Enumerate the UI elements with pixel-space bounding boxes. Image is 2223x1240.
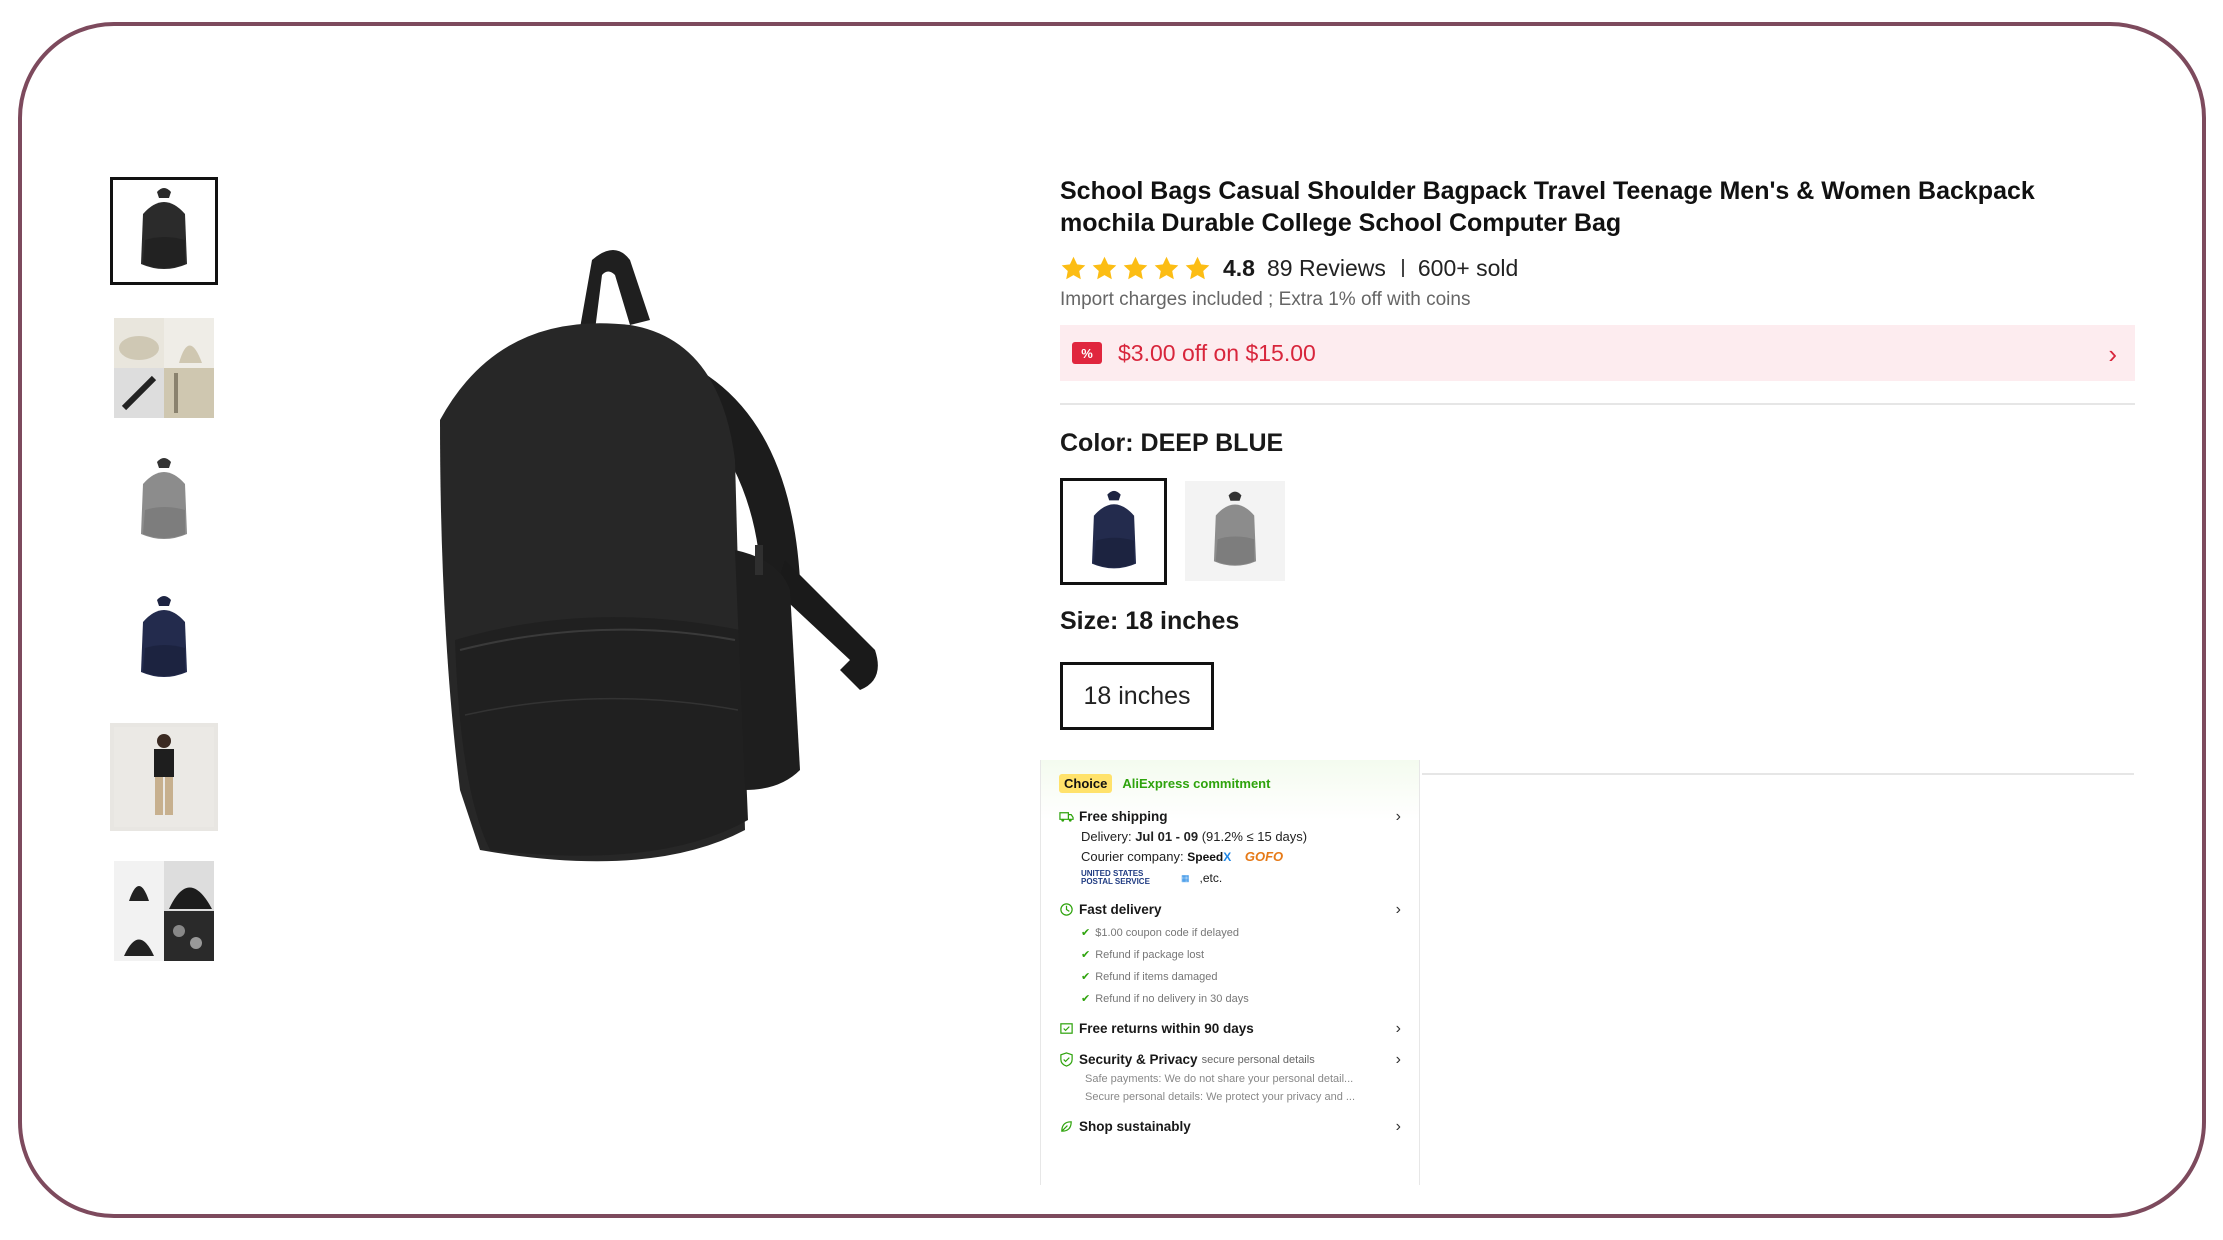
usps-logo: UNITED STATES POSTAL SERVICE (1081, 869, 1150, 886)
coupon-icon: % (1072, 342, 1102, 364)
sold-count: 600+ sold (1417, 254, 1519, 281)
choice-commitment-label: AliExpress commitment (1122, 776, 1271, 791)
color-label: Color: DEEP BLUE (1060, 429, 1284, 457)
gofo-logo: GOFO (1244, 849, 1284, 864)
fast-delivery-row[interactable]: Fast delivery › (1059, 900, 1401, 918)
check-icon: ✔ (1081, 993, 1091, 1005)
collage-image (114, 318, 214, 418)
product-title: School Bags Casual Shoulder Bagpack Trav… (1060, 177, 2035, 237)
chevron-right-icon: › (1395, 1019, 1401, 1037)
return-icon (1060, 1023, 1073, 1034)
choice-header: Choice AliExpress commitment (1059, 774, 1401, 793)
chevron-right-icon: › (1395, 1117, 1401, 1135)
divider (1060, 403, 2135, 405)
thumbnail-gray-backpack[interactable] (110, 447, 218, 555)
fast-delivery-item-text: $1.00 coupon code if delayed (1095, 926, 1239, 939)
fast-delivery-item-text: Refund if items damaged (1095, 970, 1218, 983)
collage-image (114, 861, 214, 961)
chevron-right-icon: › (1395, 807, 1401, 825)
check-icon: ✔ (1081, 949, 1091, 961)
security-detail: Safe payments: We do not share your pers… (1085, 1073, 1354, 1085)
choice-badge: Choice (1059, 774, 1113, 793)
speedx-logo: SpeedX (1187, 850, 1231, 864)
security-sub: secure personal details (1201, 1053, 1315, 1066)
clock-icon (1060, 903, 1073, 916)
choice-commitment-panel: Choice AliExpress commitment Free shippi… (1040, 760, 1420, 1185)
security-detail: Secure personal details: We protect your… (1085, 1091, 1356, 1103)
chevron-right-icon: › (2108, 339, 2117, 369)
rating-stars (1060, 255, 1211, 282)
speedx-logo-x: X (1223, 850, 1232, 864)
fast-delivery-label: Fast delivery (1079, 902, 1162, 917)
shop-sustainably-label: Shop sustainably (1079, 1119, 1191, 1134)
courier-label: Courier company: (1081, 849, 1184, 864)
chevron-right-icon: › (1395, 1050, 1401, 1068)
fast-delivery-item: ✔ $1.00 coupon code if delayed (1081, 926, 1401, 940)
divider (1401, 259, 1404, 277)
thumbnail-black-collage[interactable] (110, 857, 218, 965)
size-option-18-inches[interactable]: 18 inches (1060, 662, 1214, 730)
import-note: Import charges included ; Extra 1% off w… (1060, 289, 1471, 310)
courier-info: Courier company: SpeedX GOFO (1081, 849, 1401, 864)
fast-delivery-item-text: Refund if package lost (1095, 948, 1205, 961)
truck-icon (1059, 812, 1074, 822)
delivery-label: Delivery: (1081, 829, 1132, 844)
thumbnail-model-wearing[interactable] (110, 723, 218, 831)
thumbnail-navy-backpack[interactable] (110, 585, 218, 693)
divider (1422, 773, 2134, 775)
backpack-image (141, 458, 187, 539)
size-label: Size: 18 inches (1060, 607, 1240, 635)
model-image (114, 727, 214, 827)
fast-delivery-item-text: Refund if no delivery in 30 days (1095, 992, 1249, 1005)
thumbnail-black-backpack[interactable] (110, 177, 218, 285)
fast-delivery-item: ✔ Refund if items damaged (1081, 970, 1401, 984)
backpack-image (141, 596, 187, 677)
star-icon (1154, 256, 1179, 279)
backpack-image (1091, 490, 1136, 568)
backpack-image (141, 188, 187, 269)
star-icon (1123, 256, 1148, 279)
delivery-rate: (91.2% ≤ 15 days) (1201, 829, 1308, 844)
free-returns-row[interactable]: Free returns within 90 days › (1059, 1019, 1401, 1037)
chevron-right-icon: › (1395, 900, 1401, 918)
courier-logos: UNITED STATES POSTAL SERVICE ▦ ,etc. (1081, 870, 1401, 886)
free-shipping-row[interactable]: Free shipping › (1059, 807, 1401, 825)
coupon-banner[interactable]: % $3.00 off on $15.00 › (1060, 325, 2135, 381)
security-label: Security & Privacy (1079, 1052, 1198, 1067)
free-shipping-label: Free shipping (1079, 809, 1168, 824)
security-privacy-row[interactable]: Security & Privacy secure personal detai… (1059, 1050, 1401, 1068)
star-icon (1061, 256, 1086, 279)
main-product-image[interactable] (330, 230, 930, 930)
reviews-link[interactable]: 89 Reviews (1267, 255, 1386, 282)
free-returns-label: Free returns within 90 days (1079, 1021, 1254, 1036)
backpack-image (1213, 491, 1257, 566)
rating-row: 4.8 89 Reviews 600+ sold (1060, 251, 2135, 285)
color-swatch-gray[interactable] (1185, 481, 1285, 581)
courier-etc: ,etc. (1199, 871, 1223, 885)
check-icon: ✔ (1081, 971, 1091, 983)
delivery-info: Delivery: Jul 01 - 09 (91.2% ≤ 15 days) (1081, 829, 1401, 844)
leaf-icon (1061, 1121, 1072, 1132)
rating-score: 4.8 (1223, 254, 1255, 281)
star-icon (1092, 256, 1117, 279)
delivery-dates: Jul 01 - 09 (1135, 829, 1199, 844)
fast-delivery-item: ✔ Refund if package lost (1081, 948, 1401, 962)
color-swatch-deep-blue[interactable] (1060, 478, 1167, 585)
speedx-logo-text: Speed (1187, 850, 1224, 864)
color-swatches (1060, 478, 2135, 585)
shield-icon (1060, 1052, 1073, 1067)
thumbnail-beige-collage[interactable] (110, 314, 218, 422)
coupon-text: $3.00 off on $15.00 (1118, 339, 1316, 366)
fast-delivery-item: ✔ Refund if no delivery in 30 days (1081, 992, 1401, 1006)
courier-logo-icon: ▦ (1181, 872, 1190, 883)
star-icon (1185, 256, 1210, 279)
check-icon: ✔ (1081, 927, 1091, 939)
product-info: School Bags Casual Shoulder Bagpack Trav… (1060, 175, 2135, 730)
shop-sustainably-row[interactable]: Shop sustainably › (1059, 1117, 1401, 1135)
